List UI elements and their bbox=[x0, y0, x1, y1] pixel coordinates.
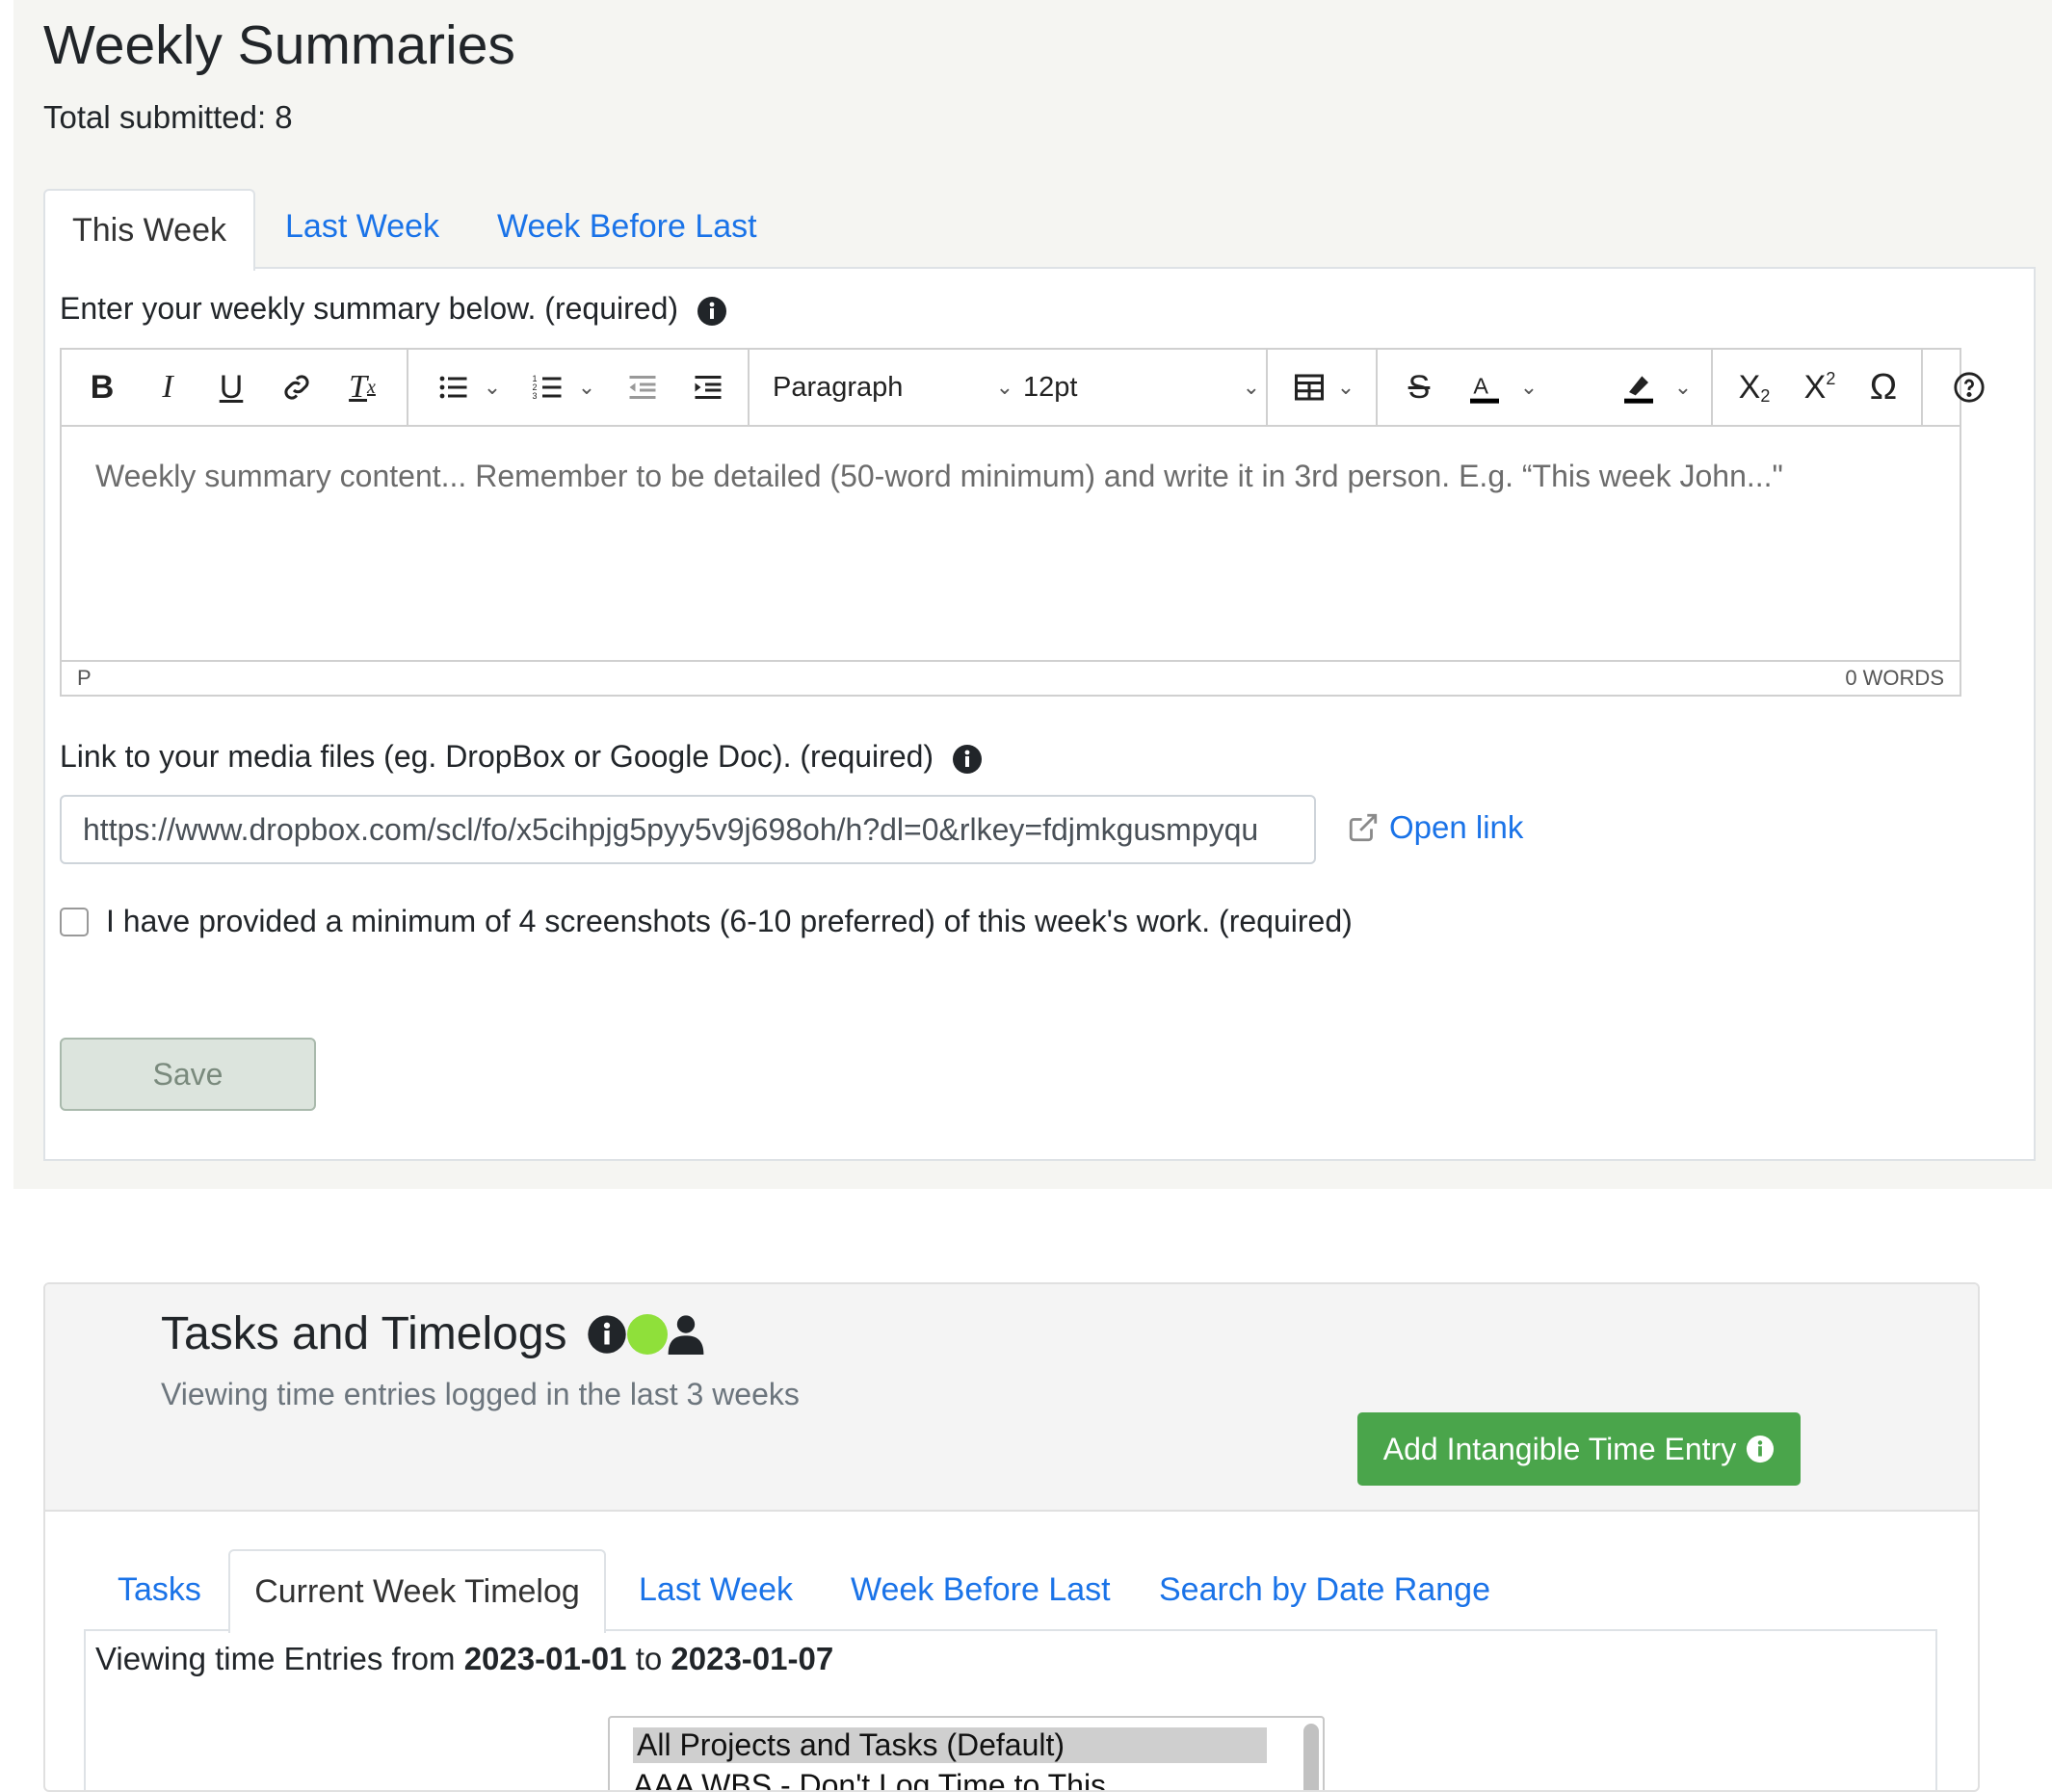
tasks-timelogs-card: Tasks and Timelogs Viewing time entries … bbox=[43, 1282, 1980, 1792]
current-week-timelog-panel: Viewing time Entries from 2023-01-01 to … bbox=[84, 1629, 1937, 1790]
element-path[interactable]: P bbox=[77, 666, 92, 691]
summary-label: Enter your weekly summary below. (requir… bbox=[60, 291, 727, 327]
strikethrough-icon[interactable]: S bbox=[1395, 350, 1443, 425]
chevron-down-icon[interactable]: ⌄ bbox=[572, 350, 601, 425]
tab-week-before-last[interactable]: Week Before Last bbox=[497, 208, 757, 246]
editor-statusbar: P 0 WORDS bbox=[62, 660, 1960, 695]
total-submitted: Total submitted: 8 bbox=[43, 99, 293, 135]
range-start-date: 2023-01-01 bbox=[463, 1641, 627, 1676]
toolbar-divider bbox=[1266, 350, 1268, 425]
media-label-text: Link to your media files (eg. DropBox or… bbox=[60, 739, 934, 774]
chevron-down-icon: ⌄ bbox=[1242, 375, 1260, 399]
media-label: Link to your media files (eg. DropBox or… bbox=[60, 739, 983, 775]
svg-text:A: A bbox=[1473, 374, 1488, 399]
info-icon[interactable] bbox=[952, 744, 983, 775]
summary-text-area[interactable]: Weekly summary content... Remember to be… bbox=[62, 427, 1960, 660]
italic-icon[interactable]: I bbox=[145, 350, 191, 425]
screenshots-checkbox[interactable] bbox=[60, 908, 89, 936]
chevron-down-icon[interactable]: ⌄ bbox=[1514, 350, 1543, 425]
toolbar-divider bbox=[1921, 350, 1923, 425]
media-link-input[interactable]: https://www.dropbox.com/scl/fo/x5cihpjg5… bbox=[60, 795, 1316, 864]
tasks-timelogs-header: Tasks and Timelogs Viewing time entries … bbox=[45, 1284, 1978, 1512]
subscript-icon[interactable]: X2 bbox=[1730, 350, 1778, 425]
tab-tasks[interactable]: Tasks bbox=[118, 1571, 201, 1609]
text-color-icon[interactable]: A bbox=[1460, 350, 1509, 425]
info-icon[interactable] bbox=[587, 1314, 627, 1355]
add-intangible-time-entry-button[interactable]: Add Intangible Time Entry bbox=[1357, 1412, 1801, 1486]
status-dot-icon bbox=[626, 1313, 668, 1355]
svg-text:3: 3 bbox=[533, 391, 538, 401]
font-size-select[interactable]: 12pt ⌄ bbox=[1023, 350, 1260, 425]
chevron-down-icon[interactable]: ⌄ bbox=[478, 350, 507, 425]
tasks-timelogs-title: Tasks and Timelogs bbox=[161, 1307, 704, 1360]
tab-search-by-date-range[interactable]: Search by Date Range bbox=[1159, 1571, 1490, 1609]
toolbar-divider bbox=[1376, 350, 1378, 425]
open-link-label: Open link bbox=[1389, 809, 1524, 845]
special-character-icon[interactable]: Ω bbox=[1859, 350, 1907, 425]
project-filter-listbox[interactable]: All Projects and Tasks (Default) AAA WBS… bbox=[608, 1716, 1325, 1790]
toolbar-divider bbox=[407, 350, 408, 425]
user-icon[interactable] bbox=[668, 1314, 704, 1355]
tasks-timelogs-title-text: Tasks and Timelogs bbox=[161, 1308, 567, 1359]
date-range-text: Viewing time Entries from 2023-01-01 to … bbox=[95, 1641, 833, 1677]
tasks-timelogs-subtitle: Viewing time entries logged in the last … bbox=[161, 1377, 800, 1411]
link-icon[interactable] bbox=[274, 350, 320, 425]
chevron-down-icon[interactable]: ⌄ bbox=[1331, 350, 1360, 425]
info-icon[interactable] bbox=[697, 296, 727, 327]
info-icon bbox=[1747, 1435, 1775, 1463]
summary-label-text: Enter your weekly summary below. (requir… bbox=[60, 291, 679, 326]
editor-toolbar: B I U Tx ⌄ 123 ⌄ Paragraph ⌄ 12pt ⌄ ⌄ S … bbox=[62, 350, 1985, 427]
editor-placeholder: Weekly summary content... Remember to be… bbox=[95, 459, 1783, 493]
tab-last-week[interactable]: Last Week bbox=[285, 208, 439, 246]
bold-icon[interactable]: B bbox=[79, 350, 125, 425]
range-prefix: Viewing time Entries from bbox=[95, 1641, 456, 1676]
clear-format-icon[interactable]: Tx bbox=[339, 350, 385, 425]
tab-this-week[interactable]: This Week bbox=[43, 189, 255, 271]
range-separator: to bbox=[635, 1641, 663, 1676]
tab-last-week[interactable]: Last Week bbox=[639, 1571, 793, 1609]
word-count: 0 WORDS bbox=[1845, 666, 1944, 690]
save-button[interactable]: Save bbox=[60, 1038, 316, 1111]
indent-icon[interactable] bbox=[684, 350, 732, 425]
table-icon[interactable] bbox=[1285, 350, 1333, 425]
bullet-list-icon[interactable] bbox=[430, 350, 478, 425]
help-icon[interactable] bbox=[1945, 350, 1993, 425]
superscript-icon[interactable]: X2 bbox=[1796, 350, 1844, 425]
toolbar-divider bbox=[748, 350, 750, 425]
open-link[interactable]: Open link bbox=[1347, 809, 1523, 846]
underline-icon[interactable]: U bbox=[208, 350, 254, 425]
summary-editor: B I U Tx ⌄ 123 ⌄ Paragraph ⌄ 12pt ⌄ ⌄ S … bbox=[60, 348, 1985, 697]
outdent-icon[interactable] bbox=[618, 350, 667, 425]
list-option[interactable]: All Projects and Tasks (Default) bbox=[633, 1727, 1267, 1763]
range-end-date: 2023-01-07 bbox=[671, 1641, 834, 1676]
highlight-icon[interactable] bbox=[1615, 350, 1663, 425]
screenshots-checkbox-label[interactable]: I have provided a minimum of 4 screensho… bbox=[106, 904, 1353, 939]
add-intangible-label: Add Intangible Time Entry bbox=[1382, 1431, 1737, 1466]
font-size-value: 12pt bbox=[1023, 371, 1078, 403]
external-link-icon bbox=[1349, 813, 1378, 842]
toolbar-divider bbox=[1711, 350, 1713, 425]
page-title: Weekly Summaries bbox=[43, 14, 515, 76]
list-option[interactable]: AAA WBS - Don't Log Time to This bbox=[633, 1768, 1106, 1790]
chevron-down-icon[interactable]: ⌄ bbox=[1669, 350, 1697, 425]
tab-week-before-last[interactable]: Week Before Last bbox=[851, 1571, 1111, 1609]
listbox-scrollbar[interactable] bbox=[1303, 1724, 1319, 1790]
format-select-value: Paragraph bbox=[773, 371, 904, 403]
numbered-list-icon[interactable]: 123 bbox=[524, 350, 572, 425]
format-select[interactable]: Paragraph ⌄ bbox=[773, 350, 1013, 425]
tab-current-week-timelog[interactable]: Current Week Timelog bbox=[228, 1549, 606, 1633]
chevron-down-icon: ⌄ bbox=[995, 375, 1013, 399]
